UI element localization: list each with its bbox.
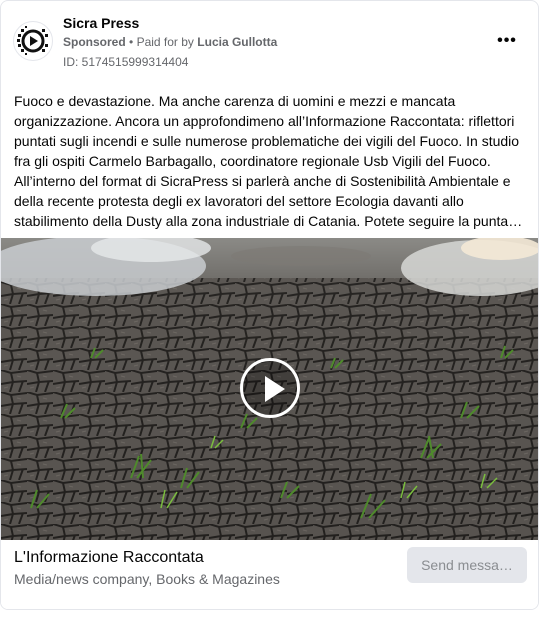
sponsored-ad-card: Sicra Press Sponsored • Paid for by Luci… [0, 0, 539, 610]
page-name[interactable]: Sicra Press [63, 15, 139, 31]
sponsor-line: Sponsored • Paid for by Lucia Gullotta [63, 35, 277, 49]
footer-title[interactable]: L'Informazione Raccontata [14, 549, 204, 567]
footer-subtitle: Media/news company, Books & Magazines [14, 571, 280, 587]
body-line: della recente protesta degli ex lavorato… [14, 193, 464, 209]
play-circle-logo-icon [17, 26, 48, 55]
ad-id: ID: 5174515999314404 [63, 55, 189, 69]
paid-for-by-label: Paid for by [136, 35, 194, 49]
body-line: Fuoco e devastazione. Ma anche carenza d… [14, 93, 456, 109]
ad-footer[interactable]: L'Informazione Raccontata Media/news com… [1, 540, 538, 609]
separator-dot: • [129, 35, 134, 49]
sponsored-label: Sponsored [63, 35, 126, 49]
body-line: organizzazione. Ancora un approfondimeno… [14, 113, 515, 129]
page-avatar[interactable] [13, 21, 53, 61]
play-button[interactable] [240, 358, 300, 418]
body-line: All’interno del format di SicraPress si … [14, 173, 511, 189]
body-line: puntati sugli incendi e sulle numerose p… [14, 133, 520, 149]
play-icon [265, 376, 285, 402]
ad-header: Sicra Press Sponsored • Paid for by Luci… [1, 1, 538, 81]
ad-body-text: Fuoco e devastazione. Ma anche carenza d… [14, 91, 526, 231]
body-line: fra gli ospiti Carmelo Barbagallo, coord… [14, 153, 491, 169]
more-options-button[interactable]: ••• [493, 29, 521, 53]
payer-name: Lucia Gullotta [197, 35, 278, 49]
send-message-button[interactable]: Send messa… [407, 547, 527, 583]
more-horizontal-icon: ••• [497, 32, 517, 49]
body-line: stabilimento della Dusty alla zona indus… [14, 213, 526, 229]
